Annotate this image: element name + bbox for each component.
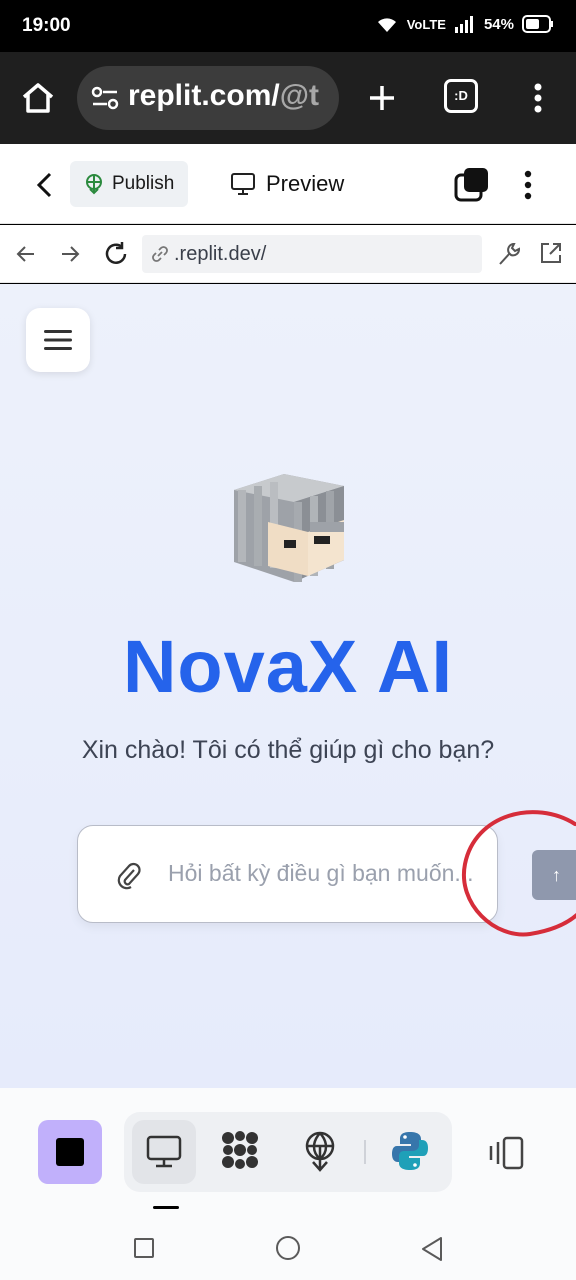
url-host: replit.com/	[128, 79, 280, 112]
site-settings-icon[interactable]	[91, 86, 119, 115]
deployments-icon[interactable]	[300, 1128, 340, 1177]
tab-switcher-button[interactable]: :D	[444, 79, 478, 113]
external-link-icon[interactable]	[538, 240, 564, 271]
avatar	[224, 460, 354, 590]
publish-label: Publish	[112, 173, 175, 194]
chat-placeholder: Hỏi bất kỳ điều gì bạn muốn...	[168, 860, 474, 886]
status-bar: 19:00 VoLTE 54%	[0, 0, 576, 52]
replit-menu-button[interactable]	[514, 166, 542, 206]
reload-icon[interactable]	[102, 240, 130, 273]
tool-preview-button[interactable]	[132, 1120, 196, 1184]
tool-group	[124, 1112, 452, 1192]
home-circle-icon[interactable]	[276, 1236, 300, 1260]
layout-switch-icon[interactable]	[486, 1136, 526, 1175]
toolbar-divider	[364, 1140, 366, 1164]
monitor-icon	[231, 173, 255, 195]
stop-icon	[56, 1138, 84, 1166]
bottom-toolbar	[0, 1088, 576, 1218]
tab-preview[interactable]: Preview	[230, 166, 344, 202]
plus-icon	[370, 86, 394, 110]
signal-icon	[454, 15, 476, 33]
arrow-right-icon[interactable]	[58, 242, 82, 271]
mesh-icon[interactable]	[218, 1128, 262, 1177]
app-subtitle: Xin chào! Tôi có thể giúp gì cho bạn?	[81, 736, 495, 764]
web-preview: NovaX AI Xin chào! Tôi có thể giúp gì ch…	[0, 284, 576, 1088]
recents-icon[interactable]	[134, 1238, 154, 1258]
android-navigation-bar	[0, 1218, 576, 1280]
home-icon	[22, 83, 54, 113]
arrow-left-icon[interactable]	[14, 242, 38, 271]
active-tab-indicator	[153, 1206, 179, 1209]
paperclip-icon[interactable]	[116, 862, 142, 895]
more-vertical-icon	[524, 170, 532, 200]
send-button[interactable]: ↑	[532, 850, 576, 900]
preview-url-text: .replit.dev/	[174, 242, 267, 265]
publish-button[interactable]: Publish	[70, 161, 188, 207]
chat-input[interactable]: Hỏi bất kỳ điều gì bạn muốn...	[77, 825, 498, 923]
battery-level: 54%	[483, 15, 514, 33]
network-label: VoLTE	[406, 16, 446, 32]
preview-url-bar[interactable]: .replit.dev/	[142, 235, 482, 273]
preview-nav-bar: .replit.dev/	[0, 225, 576, 283]
chevron-left-icon	[36, 172, 52, 198]
address-bar[interactable]: replit.com/@t	[77, 66, 339, 130]
status-time: 19:00	[22, 15, 71, 36]
link-icon	[152, 246, 168, 262]
stack-icon	[454, 168, 488, 202]
wrench-icon[interactable]	[496, 240, 522, 273]
status-indicators: VoLTE 54%	[375, 14, 554, 34]
globe-upload-icon	[86, 174, 102, 195]
triangle-back-icon[interactable]	[420, 1236, 444, 1267]
new-tab-button[interactable]	[362, 78, 402, 118]
stack-button[interactable]	[452, 166, 492, 206]
hamburger-menu-button[interactable]	[26, 308, 90, 372]
python-icon[interactable]	[390, 1128, 430, 1177]
stop-button[interactable]	[38, 1120, 102, 1184]
wifi-icon	[375, 14, 399, 34]
hamburger-icon	[44, 330, 72, 350]
url-path: @t	[279, 79, 319, 112]
monitor-icon	[146, 1135, 182, 1168]
url-text: replit.com/@t	[128, 79, 319, 113]
replit-toolbar: Publish Preview	[0, 144, 576, 224]
preview-label: Preview	[266, 171, 345, 196]
back-button[interactable]	[30, 170, 60, 200]
browser-toolbar: replit.com/@t :D	[0, 52, 576, 144]
browser-menu-button[interactable]	[524, 78, 552, 118]
battery-icon	[522, 15, 554, 33]
app-title: NovaX AI	[122, 625, 454, 708]
home-button[interactable]	[18, 78, 58, 118]
more-vertical-icon	[534, 83, 542, 113]
